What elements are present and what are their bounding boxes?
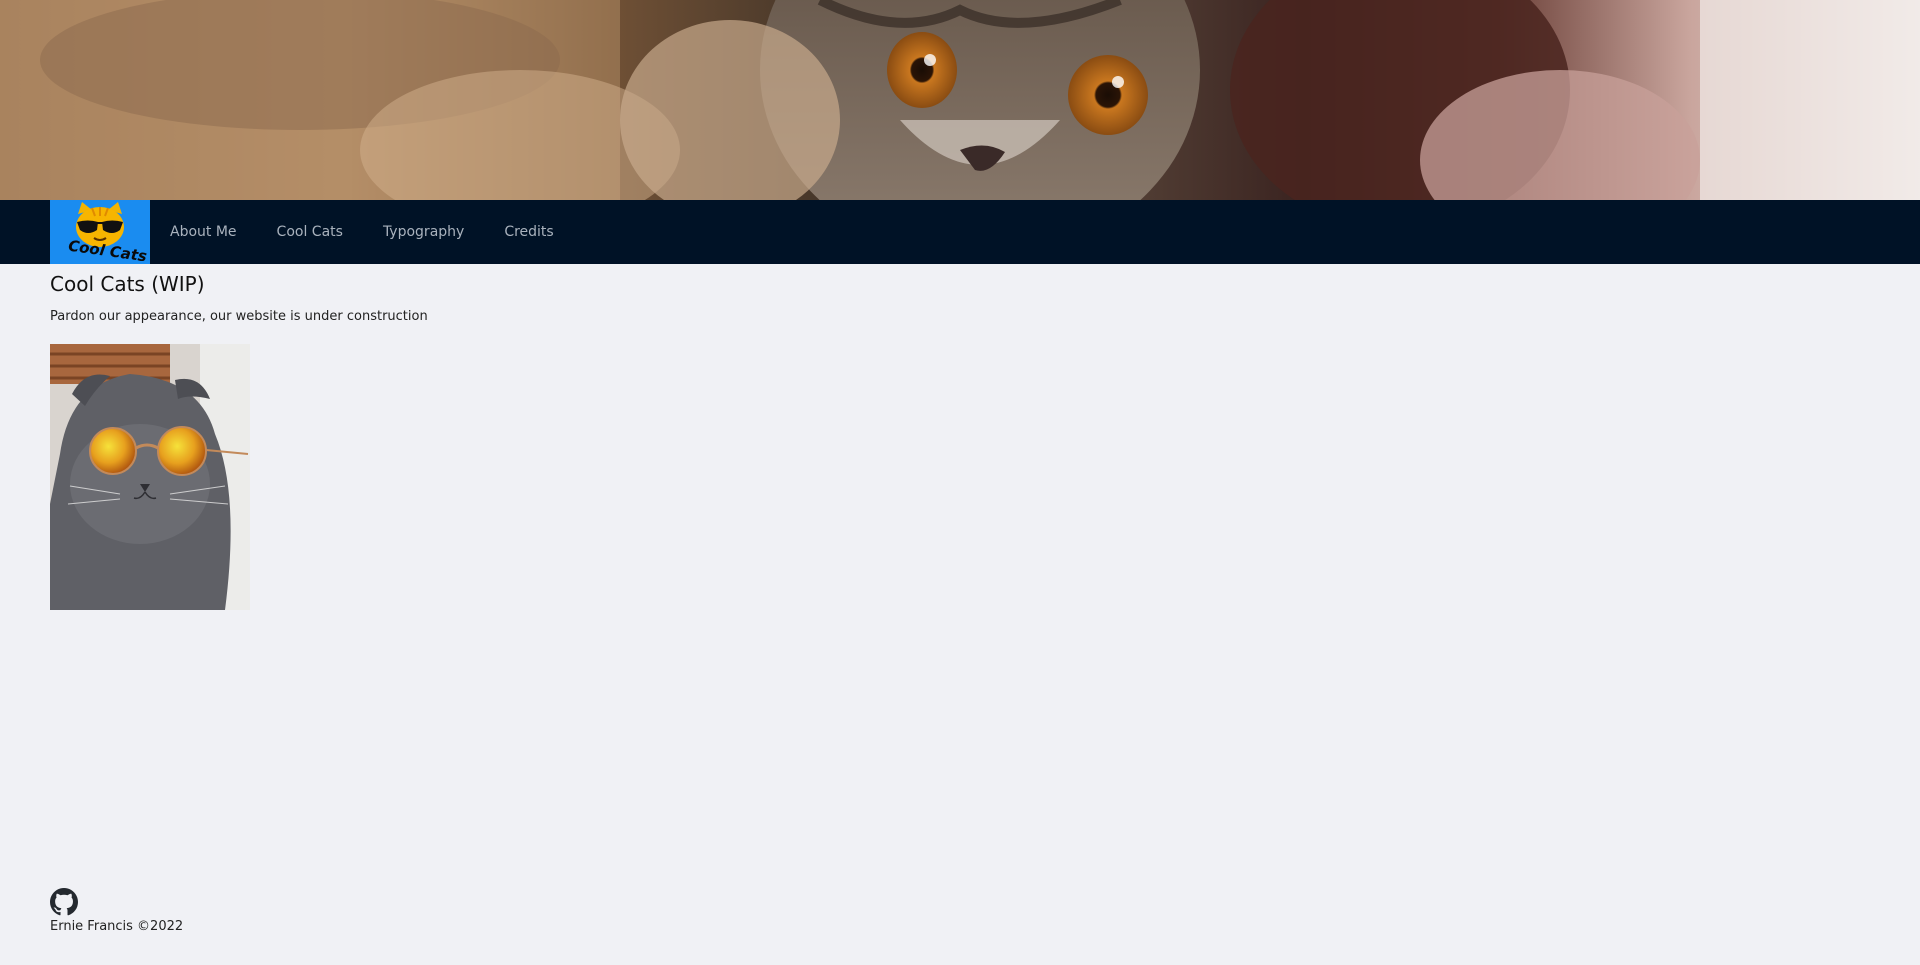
nav-item-credits[interactable]: Credits <box>484 200 573 264</box>
copyright-text: Ernie Francis ©2022 <box>50 919 184 934</box>
footer: Ernie Francis ©2022 <box>50 888 183 935</box>
hero-banner-image <box>0 0 1920 200</box>
nav-menu: About Me Cool Cats Typography Credits <box>150 200 574 264</box>
nav-item-typography[interactable]: Typography <box>363 200 484 264</box>
construction-notice: Pardon our appearance, our website is un… <box>50 309 428 324</box>
nav-item-cool-cats[interactable]: Cool Cats <box>257 200 363 264</box>
brand-logo[interactable]: Cool Cats <box>50 200 150 265</box>
nav-item-about-me[interactable]: About Me <box>150 200 257 264</box>
page-title: Cool Cats (WIP) <box>50 272 205 296</box>
navbar: Cool Cats About Me Cool Cats Typography … <box>0 200 1920 265</box>
main-content: Cool Cats (WIP) Pardon our appearance, o… <box>50 264 428 610</box>
cat-with-sunglasses-image <box>50 344 250 610</box>
github-icon[interactable] <box>50 888 78 916</box>
